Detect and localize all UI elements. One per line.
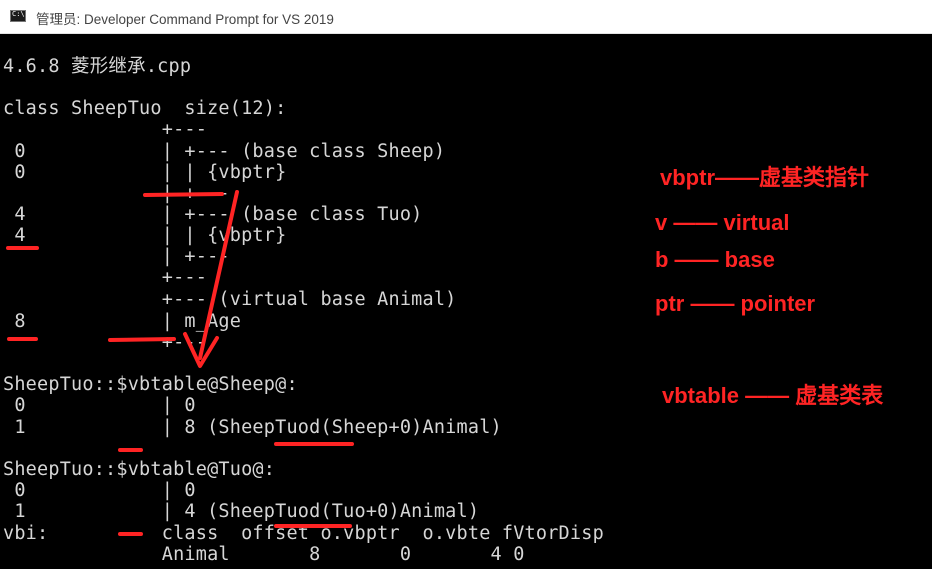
arrow-icon — [198, 190, 239, 360]
title-bar: 管理员: Developer Command Prompt for VS 201… — [0, 0, 932, 34]
underline-mark — [143, 192, 224, 197]
underline-mark — [108, 337, 176, 342]
console-icon — [10, 10, 26, 22]
window-title: 管理员: Developer Command Prompt for VS 201… — [36, 12, 334, 27]
red-markup-overlay — [6, 190, 354, 536]
